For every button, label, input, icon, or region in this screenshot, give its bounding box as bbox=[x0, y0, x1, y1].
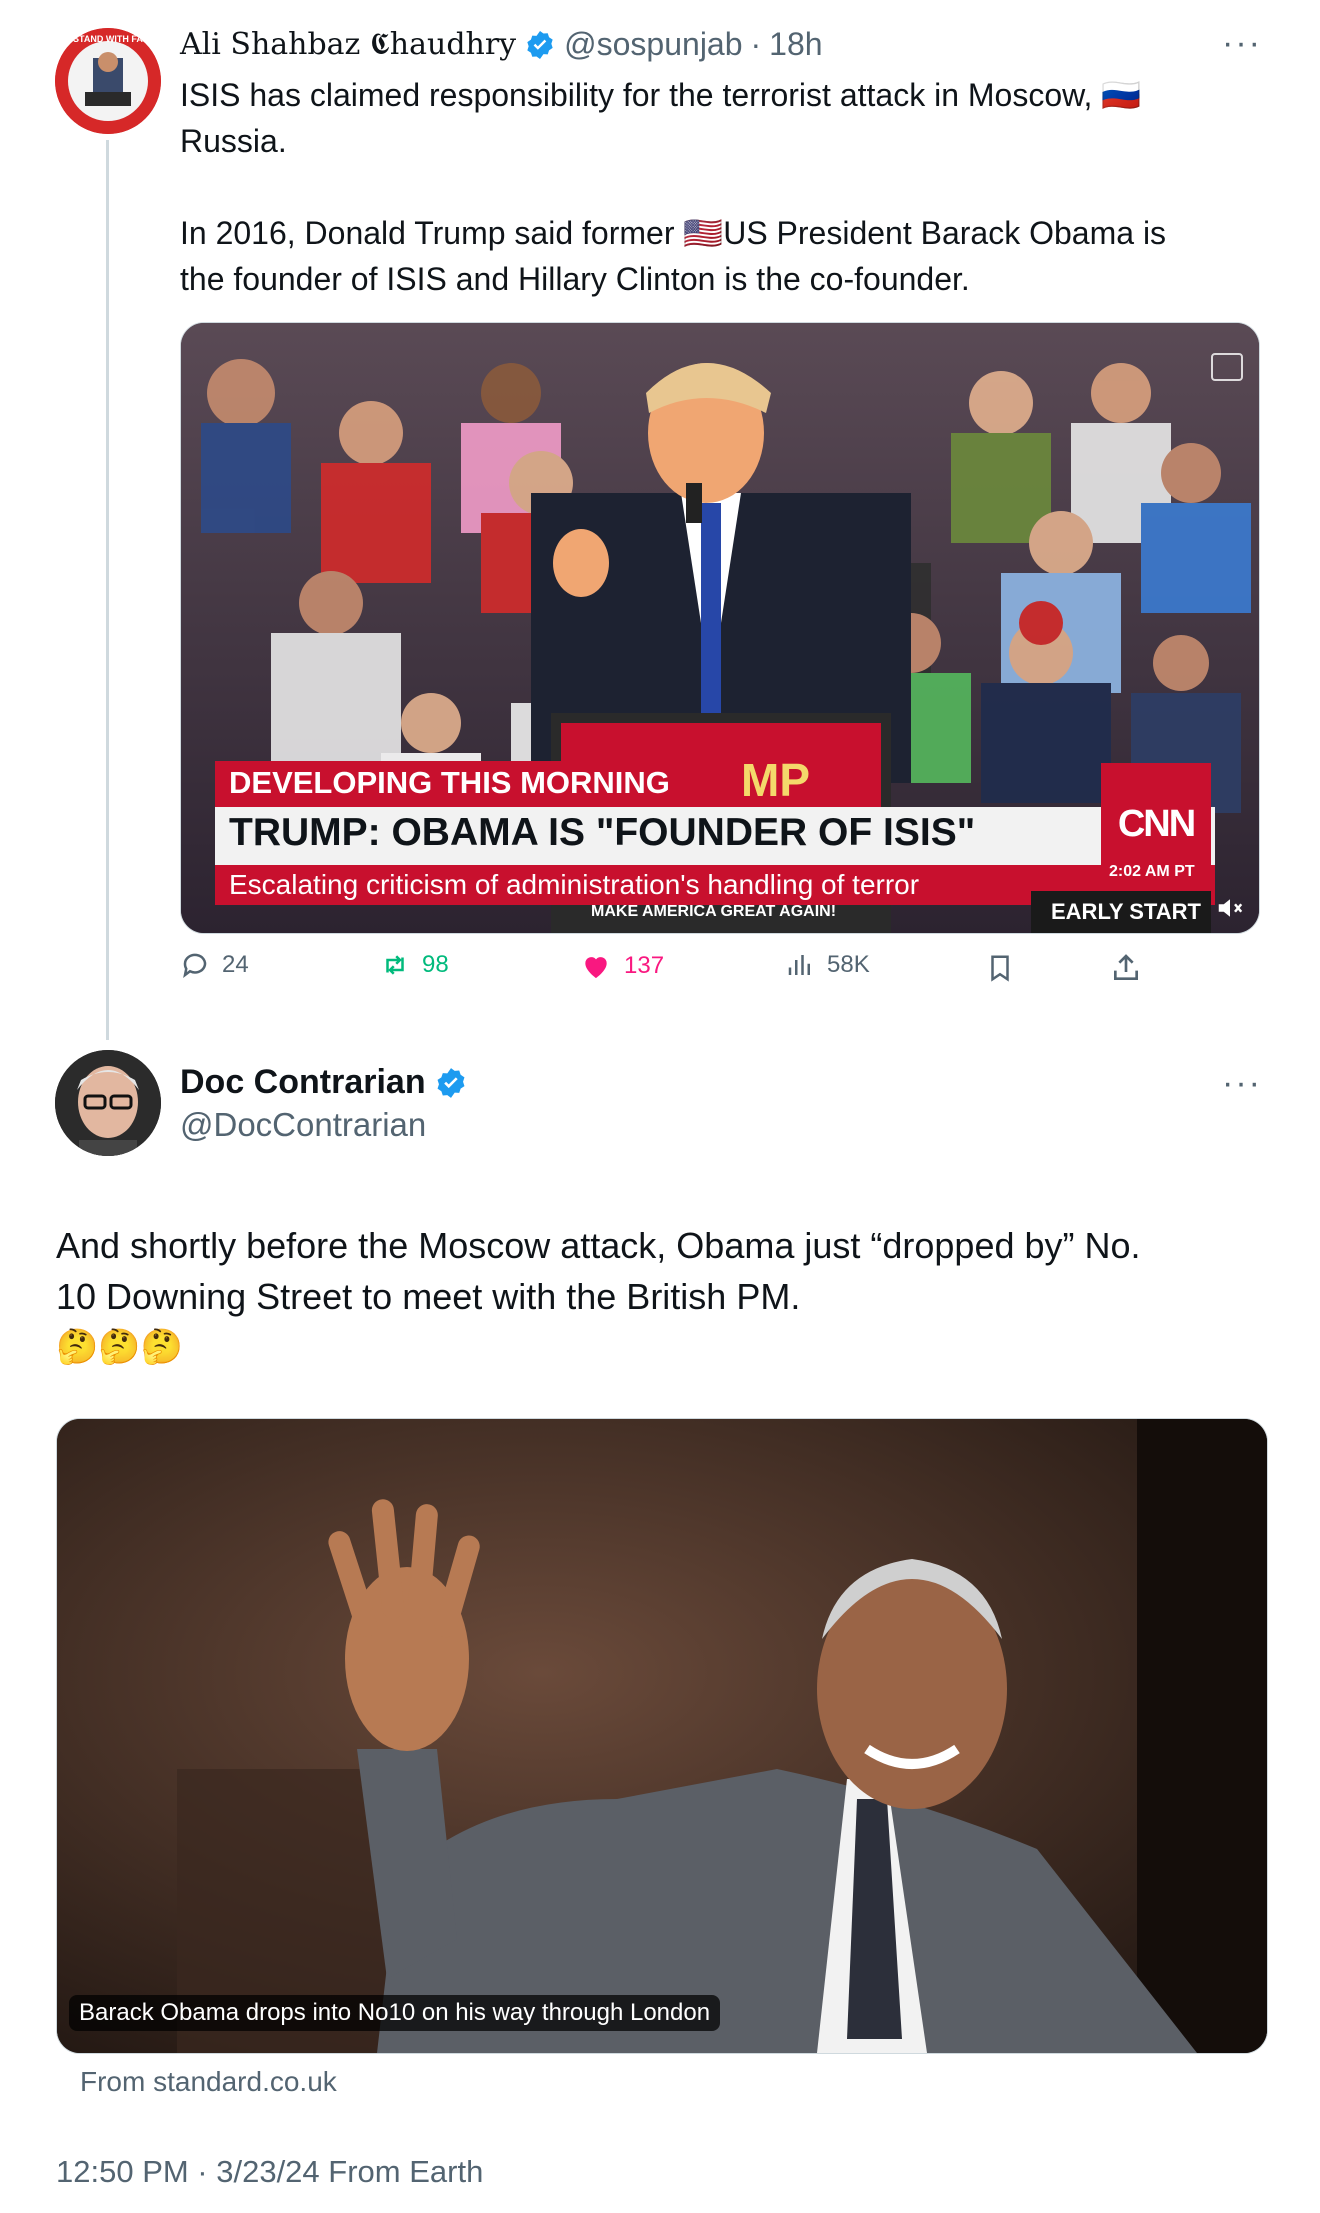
author-name[interactable]: Ali Shahbaz 𝕮haudhry bbox=[180, 27, 516, 62]
bookmark-icon[interactable] bbox=[985, 952, 1015, 984]
broadcast-clock: 2:02 AM PT bbox=[1109, 863, 1195, 880]
tweet1-body: ISIS has claimed responsibility for the … bbox=[180, 72, 1260, 302]
chyron-headline: TRUMP: OBAMA IS "FOUNDER OF ISIS" bbox=[229, 811, 976, 854]
post-timestamp[interactable]: 12:50 PM · 3/23/24 From Earth bbox=[56, 2154, 483, 2190]
reply-button[interactable]: 24 bbox=[180, 950, 249, 980]
tweet2-body: And shortly before the Moscow attack, Ob… bbox=[56, 1220, 1266, 1373]
reply-icon bbox=[183, 953, 207, 978]
show-name: EARLY START bbox=[1051, 899, 1201, 924]
podium-slogan: MAKE AMERICA GREAT AGAIN! bbox=[591, 903, 837, 920]
captions-icon[interactable] bbox=[1211, 353, 1243, 381]
more-options-icon[interactable]: ··· bbox=[1222, 24, 1262, 63]
tweet-text-line: In 2016, Donald Trump said former 🇺🇸US P… bbox=[180, 215, 1167, 251]
chyron-top-label: DEVELOPING THIS MORNING bbox=[229, 765, 670, 800]
tweet1-header: Ali Shahbaz 𝕮haudhry @sospunjab · 18h bbox=[180, 26, 823, 63]
share-icon[interactable] bbox=[1110, 952, 1142, 984]
avatar-ring-text: STAND WITH FARMER bbox=[73, 34, 161, 44]
retweet-button[interactable]: 98 bbox=[380, 950, 449, 980]
tweet-text-line: the founder of ISIS and Hillary Clinton … bbox=[180, 261, 970, 297]
post-time[interactable]: 18h bbox=[769, 26, 822, 63]
retweet-icon bbox=[386, 955, 404, 975]
emoji-line: 🤔🤔🤔 bbox=[56, 1328, 184, 1366]
avatar[interactable]: STAND WITH FARMER bbox=[55, 28, 161, 134]
video-player[interactable]: DEVELOPING THIS MORNING MP TRUMP: OBAMA … bbox=[180, 322, 1260, 934]
link-card-source[interactable]: From standard.co.uk bbox=[80, 2066, 337, 2098]
author-name[interactable]: Doc Contrarian bbox=[180, 1063, 426, 1102]
more-options-icon[interactable]: ··· bbox=[1222, 1064, 1262, 1103]
avatar[interactable] bbox=[55, 1050, 161, 1156]
view-count: 58K bbox=[827, 951, 870, 978]
views-icon bbox=[788, 955, 810, 975]
link-card[interactable]: Barack Obama drops into No10 on his way … bbox=[56, 1418, 1268, 2054]
network-logo: CNN bbox=[1117, 803, 1196, 845]
verified-badge-icon bbox=[437, 1067, 465, 1098]
like-button[interactable]: 137 bbox=[580, 950, 664, 982]
link-card-caption: Barack Obama drops into No10 on his way … bbox=[69, 1995, 721, 2031]
tweet2-header: Doc Contrarian bbox=[180, 1063, 468, 1102]
link-card-title: Barack Obama drops into No10 on his way … bbox=[79, 1999, 711, 2026]
tweet-text-line: And shortly before the Moscow attack, Ob… bbox=[56, 1225, 1141, 1266]
author-handle[interactable]: @DocContrarian bbox=[180, 1106, 426, 1144]
separator: · bbox=[750, 26, 762, 62]
chyron-subline: Escalating criticism of administration's… bbox=[229, 869, 920, 900]
podium-letters: MP bbox=[741, 754, 810, 806]
author-handle[interactable]: @sospunjab bbox=[564, 26, 742, 63]
retweet-count: 98 bbox=[422, 951, 449, 978]
mute-icon[interactable] bbox=[1215, 893, 1245, 923]
tweet1-action-bar: 24 98 137 58K bbox=[180, 950, 1190, 990]
tweet-text-line: ISIS has claimed responsibility for the … bbox=[180, 77, 1142, 113]
reply-count: 24 bbox=[222, 951, 249, 978]
views-button[interactable]: 58K bbox=[785, 950, 870, 980]
thread-connector-line bbox=[106, 140, 109, 1040]
tweet-text-line: 10 Downing Street to meet with the Briti… bbox=[56, 1276, 801, 1317]
verified-badge-icon bbox=[527, 30, 553, 59]
like-count: 137 bbox=[624, 952, 665, 979]
link-card-image bbox=[57, 1419, 1267, 2053]
heart-icon bbox=[585, 957, 607, 978]
tweet-text-line: Russia. bbox=[180, 123, 287, 159]
